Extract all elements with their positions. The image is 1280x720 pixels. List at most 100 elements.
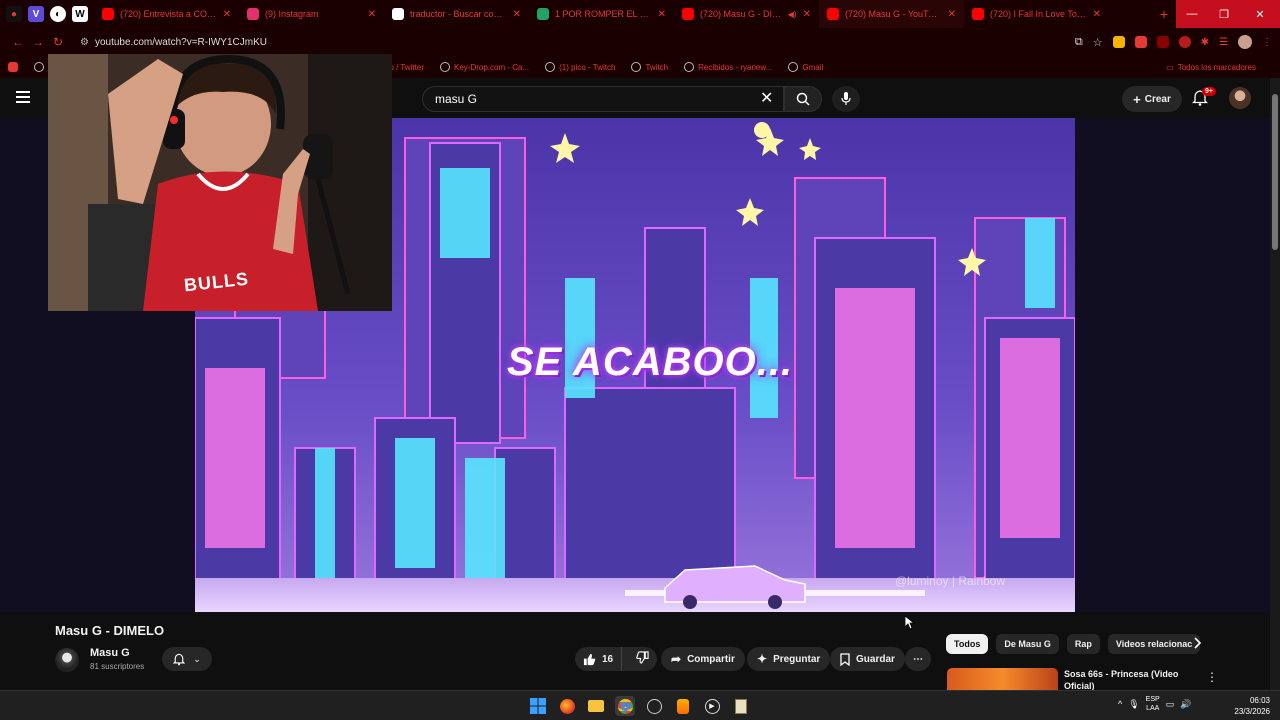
share-icon: ➦ xyxy=(671,652,682,666)
tab-close-icon[interactable]: ✕ xyxy=(658,9,666,20)
browser-tab[interactable]: traductor - Buscar con Goo ✕ xyxy=(384,0,529,28)
all-bookmarks-button[interactable]: ▭ Todos los marcadores xyxy=(1166,63,1256,72)
filter-chip[interactable]: Rap xyxy=(1066,634,1100,654)
save-button[interactable]: Guardar xyxy=(830,647,905,671)
folder-icon: ▭ xyxy=(1166,62,1174,72)
extension-icon[interactable] xyxy=(1178,36,1191,48)
bookmark-favicon-icon xyxy=(788,62,799,72)
close-window-button[interactable]: ✕ xyxy=(1240,0,1280,28)
chrome-icon[interactable] xyxy=(615,696,635,716)
tab-audio-icon[interactable]: ◀) xyxy=(788,10,797,19)
bookmark-apps[interactable] xyxy=(8,62,18,72)
channel-avatar[interactable] xyxy=(55,648,79,672)
url-text: youtube.com/watch?v=R-IWY1CJmKU xyxy=(94,36,267,48)
like-button[interactable]: 16 xyxy=(575,647,623,671)
browser-tab[interactable]: (720) I Fall In Love Too Ea ✕ xyxy=(964,0,1109,28)
tab-close-icon[interactable]: ✕ xyxy=(803,9,811,20)
system-tray: ^ 🎙 ESP LAA ▭ 🔊 xyxy=(1118,695,1191,713)
bookmark-item[interactable]: Gmail xyxy=(788,62,823,72)
subscribed-button[interactable]: ⌄ xyxy=(162,647,212,671)
media-player-icon[interactable]: ▶ xyxy=(702,696,722,716)
bookmark-item[interactable]: Twitch xyxy=(631,62,668,72)
create-button[interactable]: + Crear xyxy=(1122,86,1182,112)
taskbar-apps: ▶ xyxy=(528,696,751,716)
apps-grid-icon xyxy=(8,62,18,72)
extension-icon[interactable] xyxy=(1112,36,1125,48)
search-icon xyxy=(796,92,810,106)
pinned-w-icon[interactable]: W xyxy=(72,6,88,22)
browser-menu-icon[interactable]: ● xyxy=(6,6,22,22)
search-button[interactable] xyxy=(784,86,822,112)
language-indicator[interactable]: ESP LAA xyxy=(1146,695,1160,713)
reload-icon[interactable]: ↻ xyxy=(48,35,68,49)
clock-date: 23/3/2026 xyxy=(1234,707,1270,716)
extensions-puzzle-icon[interactable]: ✱ xyxy=(1201,37,1209,48)
filter-chip[interactable]: Todos xyxy=(946,634,989,654)
url-field[interactable]: ⚙ youtube.com/watch?v=R-IWY1CJmKU xyxy=(80,37,267,48)
extension-icon[interactable] xyxy=(1156,36,1169,48)
tray-chevron-up-icon[interactable]: ^ xyxy=(1118,699,1122,709)
clear-search-icon[interactable]: ✕ xyxy=(760,88,773,108)
browser-tab[interactable]: (9) Instagram ✕ xyxy=(239,0,384,28)
voice-search-button[interactable] xyxy=(832,86,860,112)
browser-tab[interactable]: (720) Masu G - DIMELO ◀) ✕ xyxy=(674,0,819,28)
forward-icon[interactable]: → xyxy=(28,35,48,49)
pinned-v-icon[interactable]: V xyxy=(28,6,44,22)
drive-icon xyxy=(537,8,549,20)
bookmark-star-icon[interactable]: ☆ xyxy=(1093,36,1103,49)
site-info-icon[interactable]: ⚙ xyxy=(80,37,89,48)
cast-icon[interactable]: ⧉ xyxy=(1075,36,1083,49)
tab-close-icon[interactable]: ✕ xyxy=(513,9,521,20)
tab-close-icon[interactable]: ✕ xyxy=(223,9,231,20)
brave-icon[interactable] xyxy=(673,696,693,716)
network-icon[interactable]: ▭ xyxy=(1166,699,1175,710)
more-vertical-icon[interactable]: ⋮ xyxy=(1206,670,1218,684)
pinned-chat-icon[interactable]: ◐ xyxy=(50,6,66,22)
menu-hamburger-icon[interactable] xyxy=(16,91,30,103)
steam-like-icon[interactable] xyxy=(644,696,664,716)
page-scrollbar[interactable] xyxy=(1270,78,1280,690)
more-actions-button[interactable]: ⋯ xyxy=(905,647,931,671)
search-input[interactable]: masu G xyxy=(422,86,784,112)
notepad-icon[interactable] xyxy=(731,696,751,716)
dislike-button[interactable] xyxy=(628,651,657,667)
chevron-right-icon[interactable] xyxy=(1192,637,1202,649)
bookmark-label: (1) pico - Twitch xyxy=(559,62,616,72)
ask-button[interactable]: ✦ Preguntar xyxy=(747,647,831,671)
filter-chip[interactable]: Videos relacionac xyxy=(1107,634,1201,654)
browser-menu-dots-icon[interactable]: ⋮ xyxy=(1262,37,1272,48)
minimize-button[interactable]: — xyxy=(1176,0,1208,28)
windows-taskbar: ▶ ^ 🎙 ESP LAA ▭ 🔊 06:03 23/3/2026 xyxy=(0,690,1280,720)
back-icon[interactable]: ← xyxy=(8,35,28,49)
bookmark-item[interactable]: (1) pico - Twitch xyxy=(545,62,615,72)
recommended-video-thumbnail[interactable] xyxy=(947,668,1058,690)
browser-tab[interactable]: 1 POR ROMPER EL BEAT - G ✕ xyxy=(529,0,674,28)
browser-tab[interactable]: (720) Masu G - YouTube ✕ xyxy=(819,0,964,28)
windows-start-icon[interactable] xyxy=(528,696,548,716)
profile-avatar-icon[interactable] xyxy=(1238,35,1252,49)
scrollbar-thumb[interactable] xyxy=(1272,94,1278,250)
account-avatar[interactable] xyxy=(1229,87,1251,109)
filter-chip[interactable]: De Masu G xyxy=(996,634,1059,654)
file-explorer-icon[interactable] xyxy=(586,696,606,716)
browser-tab[interactable]: (720) Entrevista a COSCU ✕ xyxy=(94,0,239,28)
share-button[interactable]: ➦ Compartir xyxy=(661,647,745,671)
youtube-icon xyxy=(972,8,984,20)
browser-tab-strip: ● V ◐ W (720) Entrevista a COSCU ✕ (9) Ins… xyxy=(0,0,1280,28)
tray-microphone-icon[interactable]: 🎙 xyxy=(1128,699,1139,710)
all-bookmarks-label: Todos los marcadores xyxy=(1177,62,1256,72)
bookmark-item[interactable]: Key-Drop.com - Ca... xyxy=(440,62,529,72)
tab-close-icon[interactable]: ✕ xyxy=(368,9,376,20)
new-tab-button[interactable]: + xyxy=(1152,6,1176,22)
extension-icon[interactable] xyxy=(1134,36,1147,48)
sidebar-icon[interactable]: ☰ xyxy=(1219,37,1228,48)
firefox-icon[interactable] xyxy=(557,696,577,716)
bookmark-item[interactable]: Recibidos - ryanew... xyxy=(684,62,772,72)
channel-name[interactable]: Masu G xyxy=(90,647,130,659)
taskbar-clock[interactable]: 06:03 23/3/2026 xyxy=(1228,695,1270,717)
tab-close-icon[interactable]: ✕ xyxy=(1093,9,1101,20)
maximize-button[interactable]: ❐ xyxy=(1208,0,1240,28)
recommended-video-title[interactable]: Sosa 66s - Princesa (Video Oficial) xyxy=(1064,668,1184,692)
tab-close-icon[interactable]: ✕ xyxy=(948,9,956,20)
volume-icon[interactable]: 🔊 xyxy=(1180,699,1191,710)
